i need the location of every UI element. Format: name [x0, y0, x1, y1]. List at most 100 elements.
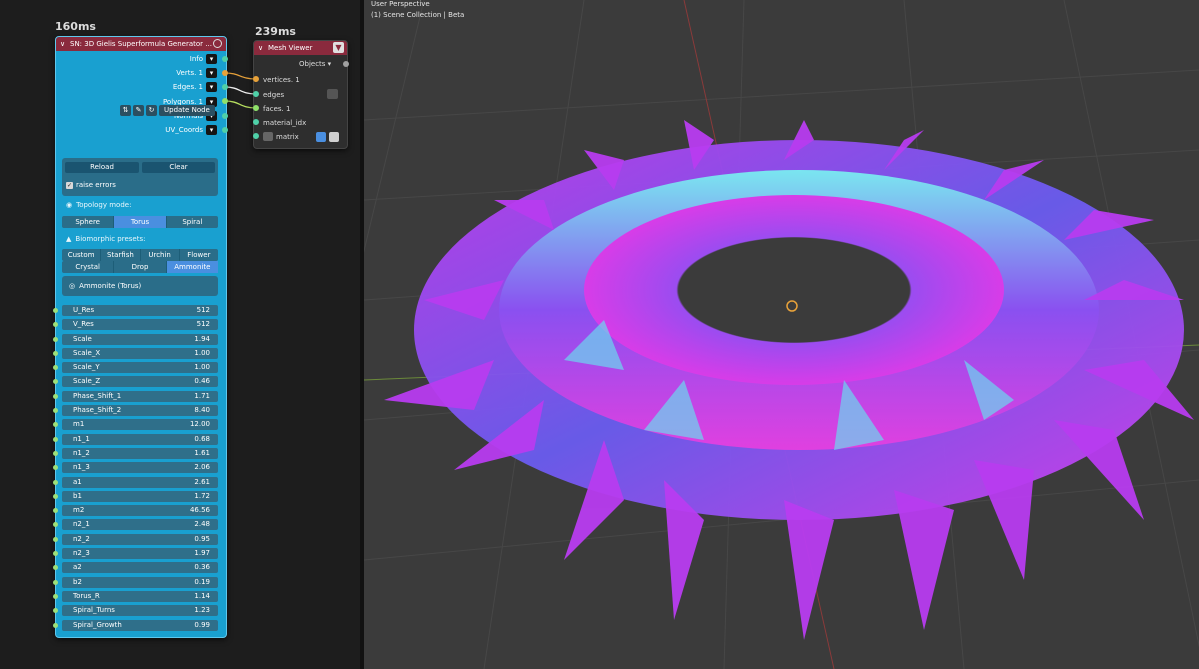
param-row[interactable]: Scale_Y 1.00: [53, 362, 218, 374]
param-name: Scale_Y: [73, 363, 100, 372]
param-socket[interactable]: [53, 308, 58, 313]
output-uv-socket[interactable]: [222, 127, 228, 133]
3d-viewport[interactable]: User Perspective (1) Scene Collection | …: [364, 0, 1199, 669]
param-name: Scale_Z: [73, 377, 101, 386]
output-uv-coords-dropdown[interactable]: ▾: [206, 125, 217, 135]
reload-button[interactable]: Reload: [65, 162, 139, 173]
param-row[interactable]: Scale 1.94: [53, 333, 218, 345]
viewer-filter-icon[interactable]: [329, 132, 339, 142]
output-polygons-socket[interactable]: [222, 98, 228, 104]
refresh-icon[interactable]: ↻: [146, 105, 157, 116]
objects-output-socket[interactable]: [343, 61, 349, 67]
objects-dropdown[interactable]: Objects ▾: [299, 60, 331, 68]
param-value: 12.00: [189, 420, 210, 429]
param-row[interactable]: n2_3 1.97: [53, 548, 218, 560]
param-row[interactable]: Spiral_Growth 0.99: [53, 619, 218, 631]
param-row[interactable]: Torus_R 1.14: [53, 590, 218, 602]
param-name: Spiral_Turns: [73, 606, 115, 615]
param-socket[interactable]: [53, 622, 58, 628]
param-row[interactable]: V_Res 512: [53, 319, 218, 331]
script-controls-box: Reload Clear ✓ raise errors: [62, 158, 218, 196]
param-name: Scale: [73, 334, 92, 343]
param-row[interactable]: Scale_Z 0.46: [53, 376, 218, 388]
param-value: 0.36: [194, 563, 210, 572]
param-row[interactable]: Spiral_Turns 1.23: [53, 605, 218, 617]
clear-button[interactable]: Clear: [142, 162, 215, 173]
param-row[interactable]: a2 0.36: [53, 562, 218, 574]
param-row[interactable]: Phase_Shift_2 8.40: [53, 405, 218, 417]
preset-flower[interactable]: Flower: [180, 249, 218, 261]
input-material-socket[interactable]: [253, 119, 259, 125]
mesh-viewer-header[interactable]: ∨ Mesh Viewer ▼: [254, 41, 347, 55]
topology-spiral[interactable]: Spiral: [167, 216, 218, 228]
param-row[interactable]: a1 2.61: [53, 476, 218, 488]
presets-row-1: Custom Starfish Urchin Flower: [62, 249, 218, 261]
param-row[interactable]: n2_2 0.95: [53, 533, 218, 545]
param-socket[interactable]: [53, 579, 58, 585]
input-matrix-socket[interactable]: [253, 133, 259, 139]
param-row[interactable]: Scale_X 1.00: [53, 347, 218, 359]
output-info-dropdown[interactable]: ▾: [206, 54, 217, 64]
param-socket[interactable]: [53, 536, 58, 542]
param-row[interactable]: n1_3 2.06: [53, 462, 218, 474]
topology-sphere[interactable]: Sphere: [62, 216, 115, 228]
raise-errors-checkbox[interactable]: ✓ raise errors: [66, 181, 116, 189]
input-faces-socket[interactable]: [253, 105, 259, 111]
param-row[interactable]: Phase_Shift_1 1.71: [53, 390, 218, 402]
preset-crystal[interactable]: Crystal: [62, 261, 115, 273]
spiral-icon: ◎: [69, 282, 76, 290]
param-value: 1.71: [194, 391, 210, 400]
param-socket[interactable]: [53, 479, 58, 485]
param-row[interactable]: m2 46.56: [53, 505, 218, 517]
collapse-chevron-icon[interactable]: ∨: [60, 37, 65, 51]
topology-label-row: ◉ Topology mode:: [66, 201, 131, 209]
param-socket[interactable]: [53, 350, 58, 356]
param-name: n1_2: [73, 448, 90, 457]
auto-update-icon[interactable]: ⇅: [120, 105, 131, 116]
param-socket[interactable]: [53, 393, 58, 399]
viewer-visibility-icon[interactable]: ▼: [333, 42, 344, 53]
output-info-socket[interactable]: [222, 56, 228, 62]
param-socket[interactable]: [53, 336, 58, 342]
input-edges-socket[interactable]: [253, 91, 259, 97]
output-verts-dropdown[interactable]: ▾: [206, 68, 217, 78]
output-normals-socket[interactable]: [222, 113, 228, 119]
preset-custom[interactable]: Custom: [62, 249, 102, 261]
input-vertices-socket[interactable]: [253, 76, 259, 82]
preset-ammonite[interactable]: Ammonite: [166, 261, 218, 273]
script-icon[interactable]: ✎: [133, 105, 144, 116]
output-edges-socket[interactable]: [222, 84, 228, 90]
input-faces-label: faces. 1: [263, 105, 291, 113]
param-row[interactable]: b1 1.72: [53, 490, 218, 502]
update-node-button[interactable]: Update Node: [159, 105, 215, 116]
matrix-icon: [263, 132, 273, 141]
collapse-chevron-icon[interactable]: ∨: [258, 41, 263, 55]
presets-label: Biomorphic presets:: [75, 235, 146, 243]
param-name: b1: [73, 491, 82, 500]
preset-drop[interactable]: Drop: [114, 261, 167, 273]
param-socket[interactable]: [53, 493, 58, 499]
param-socket[interactable]: [53, 450, 58, 456]
param-row[interactable]: m1 12.00: [53, 419, 218, 431]
param-socket[interactable]: [53, 593, 58, 599]
superformula-node-header[interactable]: ∨ SN: 3D Gielis Superformula Generator .…: [56, 37, 226, 51]
output-verts-socket[interactable]: [222, 70, 228, 76]
material-toggle-icon[interactable]: [316, 132, 326, 142]
node-settings-icon[interactable]: [213, 39, 222, 48]
param-row[interactable]: n2_1 2.48: [53, 519, 218, 531]
topology-torus[interactable]: Torus: [114, 216, 167, 228]
param-socket[interactable]: [53, 436, 58, 442]
output-edges-dropdown[interactable]: ▾: [206, 82, 217, 92]
viewport-scene: [364, 0, 1199, 669]
param-row[interactable]: n1_2 1.61: [53, 447, 218, 459]
param-row[interactable]: U_Res 512: [53, 305, 218, 316]
update-toolbar: ⇅ ✎ ↻ Update Node: [120, 105, 215, 116]
preset-starfish[interactable]: Starfish: [101, 249, 141, 261]
param-value: 1.00: [194, 363, 210, 372]
preset-urchin[interactable]: Urchin: [141, 249, 180, 261]
param-row[interactable]: n1_1 0.68: [53, 433, 218, 445]
param-row[interactable]: b2 0.19: [53, 576, 218, 588]
mesh-viewer-node[interactable]: ∨ Mesh Viewer ▼ Objects ▾ vertices. 1 ed…: [253, 40, 348, 149]
edges-toggle-icon[interactable]: [327, 89, 338, 99]
input-material-label: material_idx: [263, 119, 307, 127]
